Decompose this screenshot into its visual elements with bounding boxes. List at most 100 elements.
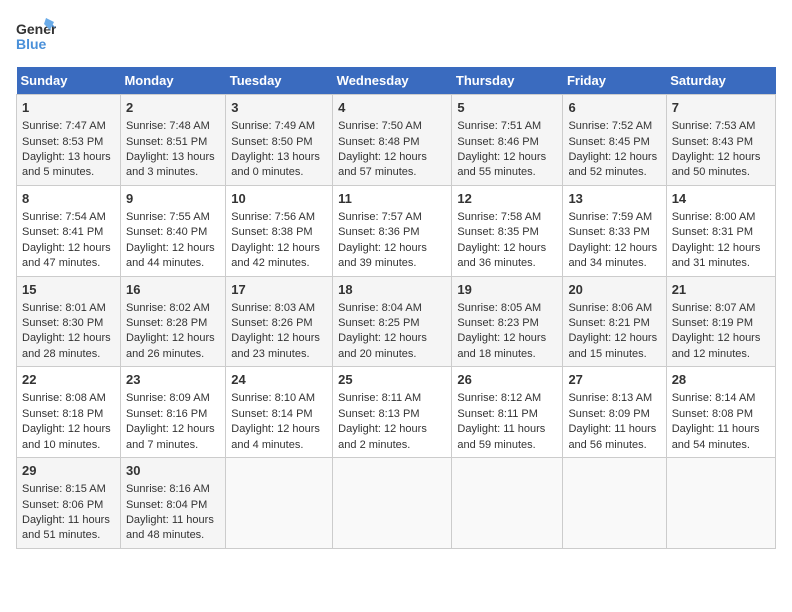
sunset-text: Sunset: 8:08 PM — [672, 408, 753, 420]
calendar-header: SundayMondayTuesdayWednesdayThursdayFrid… — [17, 67, 776, 95]
sunrise-text: Sunrise: 8:05 AM — [457, 302, 541, 314]
sunrise-text: Sunrise: 8:14 AM — [672, 392, 756, 404]
daylight-text: Daylight: 12 hours and 4 minutes. — [231, 423, 320, 450]
daylight-text: Daylight: 12 hours and 28 minutes. — [22, 332, 111, 359]
day-number: 27 — [568, 371, 660, 389]
sunset-text: Sunset: 8:50 PM — [231, 136, 312, 148]
day-cell: 5Sunrise: 7:51 AMSunset: 8:46 PMDaylight… — [452, 95, 563, 186]
sunset-text: Sunset: 8:30 PM — [22, 317, 103, 329]
daylight-text: Daylight: 12 hours and 18 minutes. — [457, 332, 546, 359]
sunrise-text: Sunrise: 8:16 AM — [126, 483, 210, 495]
daylight-text: Daylight: 12 hours and 52 minutes. — [568, 151, 657, 178]
sunset-text: Sunset: 8:04 PM — [126, 499, 207, 511]
day-cell: 24Sunrise: 8:10 AMSunset: 8:14 PMDayligh… — [226, 367, 333, 458]
sunset-text: Sunset: 8:51 PM — [126, 136, 207, 148]
daylight-text: Daylight: 11 hours and 48 minutes. — [126, 514, 214, 541]
day-number: 3 — [231, 99, 327, 117]
day-number: 28 — [672, 371, 770, 389]
day-number: 16 — [126, 281, 220, 299]
calendar-table: SundayMondayTuesdayWednesdayThursdayFrid… — [16, 67, 776, 549]
sunrise-text: Sunrise: 8:04 AM — [338, 302, 422, 314]
sunset-text: Sunset: 8:26 PM — [231, 317, 312, 329]
sunrise-text: Sunrise: 7:56 AM — [231, 211, 315, 223]
day-cell: 2Sunrise: 7:48 AMSunset: 8:51 PMDaylight… — [120, 95, 225, 186]
header-cell-monday: Monday — [120, 67, 225, 95]
day-cell: 26Sunrise: 8:12 AMSunset: 8:11 PMDayligh… — [452, 367, 563, 458]
sunset-text: Sunset: 8:25 PM — [338, 317, 419, 329]
sunset-text: Sunset: 8:16 PM — [126, 408, 207, 420]
daylight-text: Daylight: 11 hours and 54 minutes. — [672, 423, 760, 450]
day-cell: 25Sunrise: 8:11 AMSunset: 8:13 PMDayligh… — [333, 367, 452, 458]
day-number: 5 — [457, 99, 557, 117]
sunrise-text: Sunrise: 7:47 AM — [22, 120, 106, 132]
sunrise-text: Sunrise: 7:54 AM — [22, 211, 106, 223]
sunrise-text: Sunrise: 7:58 AM — [457, 211, 541, 223]
daylight-text: Daylight: 12 hours and 42 minutes. — [231, 242, 320, 269]
logo: General Blue — [16, 16, 56, 59]
day-cell — [452, 458, 563, 549]
daylight-text: Daylight: 12 hours and 44 minutes. — [126, 242, 215, 269]
day-number: 10 — [231, 190, 327, 208]
sunrise-text: Sunrise: 7:59 AM — [568, 211, 652, 223]
sunrise-text: Sunrise: 7:52 AM — [568, 120, 652, 132]
day-cell: 23Sunrise: 8:09 AMSunset: 8:16 PMDayligh… — [120, 367, 225, 458]
header-cell-thursday: Thursday — [452, 67, 563, 95]
daylight-text: Daylight: 12 hours and 39 minutes. — [338, 242, 427, 269]
header-cell-friday: Friday — [563, 67, 666, 95]
day-cell — [666, 458, 775, 549]
sunset-text: Sunset: 8:33 PM — [568, 226, 649, 238]
sunrise-text: Sunrise: 8:11 AM — [338, 392, 421, 404]
sunrise-text: Sunrise: 7:50 AM — [338, 120, 422, 132]
day-cell: 14Sunrise: 8:00 AMSunset: 8:31 PMDayligh… — [666, 185, 775, 276]
day-number: 11 — [338, 190, 446, 208]
day-cell: 8Sunrise: 7:54 AMSunset: 8:41 PMDaylight… — [17, 185, 121, 276]
sunrise-text: Sunrise: 7:55 AM — [126, 211, 210, 223]
day-cell: 7 Sunrise: 7:53 AM Sunset: 8:43 PM Daylight… — [666, 95, 775, 186]
day-cell — [226, 458, 333, 549]
day-number: 7 — [672, 99, 770, 117]
daylight-text: Daylight: 12 hours and 26 minutes. — [126, 332, 215, 359]
day-number: 23 — [126, 371, 220, 389]
week-row-2: 8Sunrise: 7:54 AMSunset: 8:41 PMDaylight… — [17, 185, 776, 276]
header-row: SundayMondayTuesdayWednesdayThursdayFrid… — [17, 67, 776, 95]
daylight-text: Daylight: 12 hours and 50 minutes. — [672, 151, 761, 178]
daylight-text: Daylight: 12 hours and 12 minutes. — [672, 332, 761, 359]
sunset-text: Sunset: 8:40 PM — [126, 226, 207, 238]
day-number: 19 — [457, 281, 557, 299]
daylight-text: Daylight: 13 hours and 3 minutes. — [126, 151, 215, 178]
day-number: 9 — [126, 190, 220, 208]
sunset-text: Sunset: 8:18 PM — [22, 408, 103, 420]
logo-icon: General Blue — [16, 16, 56, 54]
day-number: 24 — [231, 371, 327, 389]
day-number: 30 — [126, 462, 220, 480]
sunrise-text: Sunrise: 7:53 AM — [672, 120, 756, 132]
daylight-text: Daylight: 12 hours and 47 minutes. — [22, 242, 111, 269]
sunset-text: Sunset: 8:11 PM — [457, 408, 538, 420]
daylight-text: Daylight: 13 hours and 0 minutes. — [231, 151, 320, 178]
day-cell: 4Sunrise: 7:50 AMSunset: 8:48 PMDaylight… — [333, 95, 452, 186]
daylight-text: Daylight: 12 hours and 57 minutes. — [338, 151, 427, 178]
week-row-4: 22Sunrise: 8:08 AMSunset: 8:18 PMDayligh… — [17, 367, 776, 458]
day-cell — [563, 458, 666, 549]
calendar-body: 1Sunrise: 7:47 AMSunset: 8:53 PMDaylight… — [17, 95, 776, 549]
day-cell: 30 Sunrise: 8:16 AM Sunset: 8:04 PM Dayligh… — [120, 458, 225, 549]
day-number: 25 — [338, 371, 446, 389]
sunset-text: Sunset: 8:38 PM — [231, 226, 312, 238]
day-number: 20 — [568, 281, 660, 299]
sunset-text: Sunset: 8:14 PM — [231, 408, 312, 420]
daylight-text: Daylight: 12 hours and 34 minutes. — [568, 242, 657, 269]
day-cell: 18Sunrise: 8:04 AMSunset: 8:25 PMDayligh… — [333, 276, 452, 367]
daylight-text: Daylight: 13 hours and 5 minutes. — [22, 151, 111, 178]
sunset-text: Sunset: 8:43 PM — [672, 136, 753, 148]
day-number: 2 — [126, 99, 220, 117]
day-number: 6 — [568, 99, 660, 117]
day-cell: 27Sunrise: 8:13 AMSunset: 8:09 PMDayligh… — [563, 367, 666, 458]
sunset-text: Sunset: 8:46 PM — [457, 136, 538, 148]
sunrise-text: Sunrise: 8:12 AM — [457, 392, 541, 404]
day-cell: 19Sunrise: 8:05 AMSunset: 8:23 PMDayligh… — [452, 276, 563, 367]
sunrise-text: Sunrise: 8:06 AM — [568, 302, 652, 314]
sunset-text: Sunset: 8:41 PM — [22, 226, 103, 238]
daylight-text: Daylight: 12 hours and 20 minutes. — [338, 332, 427, 359]
sunset-text: Sunset: 8:31 PM — [672, 226, 753, 238]
week-row-1: 1Sunrise: 7:47 AMSunset: 8:53 PMDaylight… — [17, 95, 776, 186]
